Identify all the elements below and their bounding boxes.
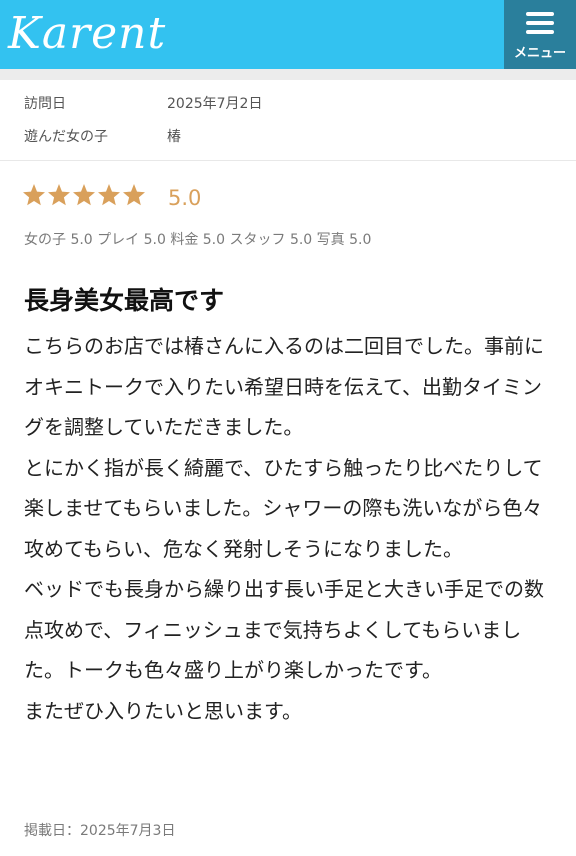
header-separator — [0, 69, 576, 80]
star-icon — [23, 184, 45, 206]
star-icon — [123, 184, 145, 206]
sub-scores: 女の子 5.0 プレイ 5.0 料金 5.0 スタッフ 5.0 写真 5.0 — [24, 232, 372, 248]
posted-date: 掲載日：2025年7月3日 — [24, 823, 176, 839]
review-paragraph: またぜひ入りたいと思います。 — [24, 698, 302, 723]
rating-score: 5.0 — [168, 186, 202, 210]
girl-label: 遊んだ女の子 — [24, 129, 108, 145]
girl-value: 椿 — [167, 129, 181, 145]
visit-date-value: 2025年7月2日 — [167, 96, 263, 112]
visit-date-label: 訪問日 — [24, 96, 66, 112]
star-icon — [98, 184, 120, 206]
review-title: 長身美女最高です — [24, 286, 225, 315]
menu-button[interactable]: メニュー — [504, 0, 576, 69]
site-logo[interactable]: Karent — [8, 6, 166, 62]
menu-label: メニュー — [513, 46, 566, 61]
site-header: Karent メニュー — [0, 0, 576, 69]
review-paragraph: とにかく指が長く綺麗で、ひたすら触ったり比べたりして楽しませてもらいました。シャ… — [24, 455, 543, 561]
star-icon — [73, 184, 95, 206]
review-paragraph: こちらのお店では椿さんに入るのは二回目でした。事前にオキニトークで入りたい希望日… — [24, 334, 544, 439]
divider — [0, 160, 576, 161]
review-paragraph: ベッドでも長身から繰り出す長い手足と大きい手足での数点攻めで、フィニッシュまで気… — [24, 577, 544, 682]
star-icon — [48, 184, 70, 206]
review-body: こちらのお店では椿さんに入るのは二回目でした。事前にオキニトークで入りたい希望日… — [24, 326, 558, 731]
star-rating — [22, 183, 147, 213]
hamburger-icon — [526, 12, 554, 39]
